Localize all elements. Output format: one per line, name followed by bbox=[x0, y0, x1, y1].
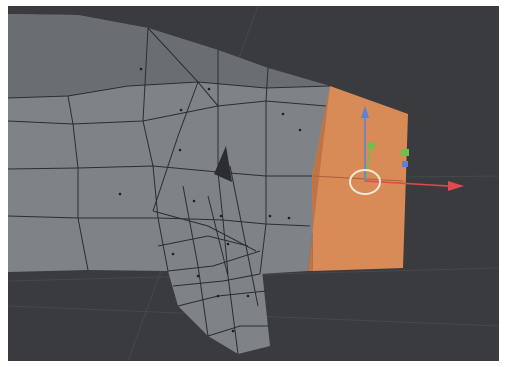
gizmo-y-handle-icon[interactable] bbox=[367, 142, 375, 150]
mesh-object[interactable] bbox=[8, 14, 331, 355]
mesh-scene[interactable] bbox=[8, 6, 499, 361]
gizmo-xz-plane-handle[interactable] bbox=[402, 161, 408, 167]
3d-viewport[interactable] bbox=[8, 6, 499, 361]
gizmo-yz-plane-handle[interactable] bbox=[401, 149, 409, 156]
gizmo-x-arrow-icon[interactable] bbox=[448, 181, 464, 191]
